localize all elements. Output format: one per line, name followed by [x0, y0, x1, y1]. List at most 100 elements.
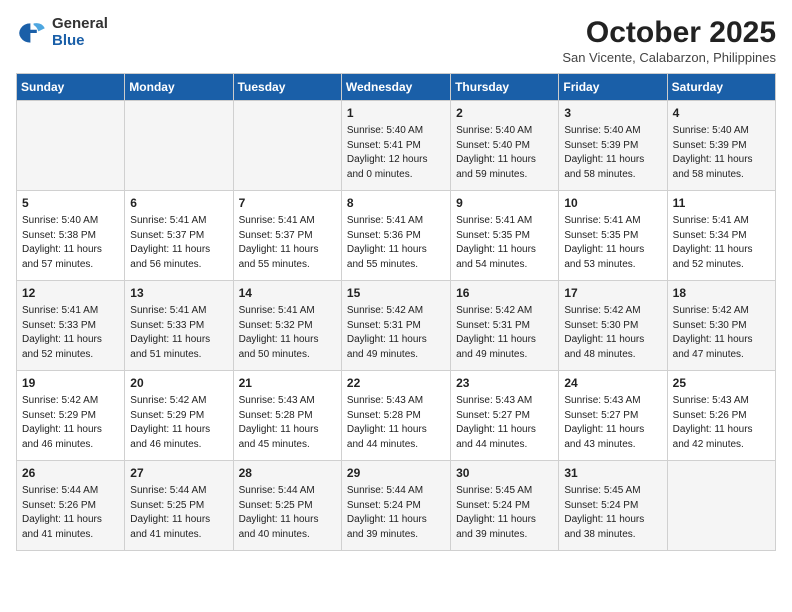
calendar-cell: 15Sunrise: 5:42 AMSunset: 5:31 PMDayligh… [341, 281, 450, 371]
weekday-header: Wednesday [341, 74, 450, 101]
day-info: Sunset: 5:24 PM [564, 499, 661, 514]
day-number: 7 [239, 195, 336, 212]
day-info: Sunset: 5:24 PM [347, 499, 445, 514]
day-info: Sunset: 5:29 PM [22, 409, 119, 424]
day-info: Daylight: 11 hours [130, 513, 227, 528]
day-info: Sunrise: 5:41 AM [347, 214, 445, 229]
day-number: 30 [456, 465, 553, 482]
day-info: Sunrise: 5:40 AM [673, 124, 770, 139]
day-info: Daylight: 11 hours [347, 243, 445, 258]
day-number: 19 [22, 375, 119, 392]
calendar-cell: 25Sunrise: 5:43 AMSunset: 5:26 PMDayligh… [667, 371, 775, 461]
day-info: Sunset: 5:35 PM [456, 229, 553, 244]
day-info: and 49 minutes. [456, 348, 553, 363]
day-number: 12 [22, 285, 119, 302]
day-info: and 51 minutes. [130, 348, 227, 363]
day-info: Sunrise: 5:42 AM [564, 304, 661, 319]
calendar-cell [125, 101, 233, 191]
day-number: 21 [239, 375, 336, 392]
calendar-cell: 22Sunrise: 5:43 AMSunset: 5:28 PMDayligh… [341, 371, 450, 461]
calendar-cell: 9Sunrise: 5:41 AMSunset: 5:35 PMDaylight… [451, 191, 559, 281]
day-info: Sunset: 5:36 PM [347, 229, 445, 244]
day-info: Sunrise: 5:41 AM [456, 214, 553, 229]
day-info: Sunset: 5:26 PM [22, 499, 119, 514]
day-info: and 46 minutes. [22, 438, 119, 453]
day-info: and 39 minutes. [347, 528, 445, 543]
calendar-cell: 26Sunrise: 5:44 AMSunset: 5:26 PMDayligh… [17, 461, 125, 551]
calendar-cell: 16Sunrise: 5:42 AMSunset: 5:31 PMDayligh… [451, 281, 559, 371]
day-info: Sunrise: 5:43 AM [564, 394, 661, 409]
day-info: and 58 minutes. [673, 168, 770, 183]
day-info: Sunrise: 5:41 AM [130, 214, 227, 229]
day-info: Daylight: 12 hours [347, 153, 445, 168]
day-number: 6 [130, 195, 227, 212]
weekday-header: Friday [559, 74, 667, 101]
day-info: Sunrise: 5:40 AM [456, 124, 553, 139]
day-number: 24 [564, 375, 661, 392]
day-info: Daylight: 11 hours [673, 243, 770, 258]
day-info: Daylight: 11 hours [564, 423, 661, 438]
title-block: October 2025 San Vicente, Calabarzon, Ph… [562, 16, 776, 65]
day-info: Daylight: 11 hours [673, 333, 770, 348]
day-number: 17 [564, 285, 661, 302]
calendar-cell: 20Sunrise: 5:42 AMSunset: 5:29 PMDayligh… [125, 371, 233, 461]
day-info: Sunset: 5:30 PM [673, 319, 770, 334]
day-info: and 54 minutes. [456, 258, 553, 273]
day-info: Daylight: 11 hours [456, 513, 553, 528]
day-number: 29 [347, 465, 445, 482]
day-info: Sunrise: 5:41 AM [673, 214, 770, 229]
weekday-header: Tuesday [233, 74, 341, 101]
calendar-cell: 17Sunrise: 5:42 AMSunset: 5:30 PMDayligh… [559, 281, 667, 371]
day-info: Sunrise: 5:42 AM [347, 304, 445, 319]
day-number: 2 [456, 105, 553, 122]
day-info: and 57 minutes. [22, 258, 119, 273]
day-number: 11 [673, 195, 770, 212]
day-info: Daylight: 11 hours [239, 333, 336, 348]
calendar-cell: 1Sunrise: 5:40 AMSunset: 5:41 PMDaylight… [341, 101, 450, 191]
calendar-cell: 19Sunrise: 5:42 AMSunset: 5:29 PMDayligh… [17, 371, 125, 461]
calendar-cell [233, 101, 341, 191]
day-info: and 43 minutes. [564, 438, 661, 453]
day-number: 5 [22, 195, 119, 212]
day-info: Sunset: 5:29 PM [130, 409, 227, 424]
day-info: Sunrise: 5:41 AM [22, 304, 119, 319]
day-info: Sunrise: 5:44 AM [130, 484, 227, 499]
day-info: and 55 minutes. [347, 258, 445, 273]
calendar-body: 1Sunrise: 5:40 AMSunset: 5:41 PMDaylight… [17, 101, 776, 551]
calendar-cell: 24Sunrise: 5:43 AMSunset: 5:27 PMDayligh… [559, 371, 667, 461]
calendar-cell: 10Sunrise: 5:41 AMSunset: 5:35 PMDayligh… [559, 191, 667, 281]
day-info: Sunset: 5:32 PM [239, 319, 336, 334]
day-info: Daylight: 11 hours [347, 423, 445, 438]
day-number: 15 [347, 285, 445, 302]
day-info: Sunrise: 5:42 AM [673, 304, 770, 319]
calendar-cell: 11Sunrise: 5:41 AMSunset: 5:34 PMDayligh… [667, 191, 775, 281]
logo: General Blue [16, 16, 108, 49]
weekday-header: Monday [125, 74, 233, 101]
calendar-cell: 21Sunrise: 5:43 AMSunset: 5:28 PMDayligh… [233, 371, 341, 461]
day-info: and 52 minutes. [22, 348, 119, 363]
calendar-cell: 28Sunrise: 5:44 AMSunset: 5:25 PMDayligh… [233, 461, 341, 551]
day-info: Sunrise: 5:43 AM [347, 394, 445, 409]
day-info: Daylight: 11 hours [22, 243, 119, 258]
day-number: 13 [130, 285, 227, 302]
day-info: and 39 minutes. [456, 528, 553, 543]
day-number: 9 [456, 195, 553, 212]
day-info: Daylight: 11 hours [130, 243, 227, 258]
calendar-week-row: 1Sunrise: 5:40 AMSunset: 5:41 PMDaylight… [17, 101, 776, 191]
day-info: Daylight: 11 hours [22, 333, 119, 348]
day-info: Daylight: 11 hours [564, 243, 661, 258]
day-info: and 42 minutes. [673, 438, 770, 453]
day-info: and 44 minutes. [456, 438, 553, 453]
calendar-header: SundayMondayTuesdayWednesdayThursdayFrid… [17, 74, 776, 101]
calendar-week-row: 26Sunrise: 5:44 AMSunset: 5:26 PMDayligh… [17, 461, 776, 551]
day-info: and 40 minutes. [239, 528, 336, 543]
day-info: and 47 minutes. [673, 348, 770, 363]
day-number: 28 [239, 465, 336, 482]
calendar-cell: 4Sunrise: 5:40 AMSunset: 5:39 PMDaylight… [667, 101, 775, 191]
day-info: and 44 minutes. [347, 438, 445, 453]
logo-general-text: General [52, 16, 108, 33]
day-info: Sunset: 5:25 PM [239, 499, 336, 514]
day-info: Sunrise: 5:44 AM [239, 484, 336, 499]
day-number: 22 [347, 375, 445, 392]
calendar-cell: 8Sunrise: 5:41 AMSunset: 5:36 PMDaylight… [341, 191, 450, 281]
